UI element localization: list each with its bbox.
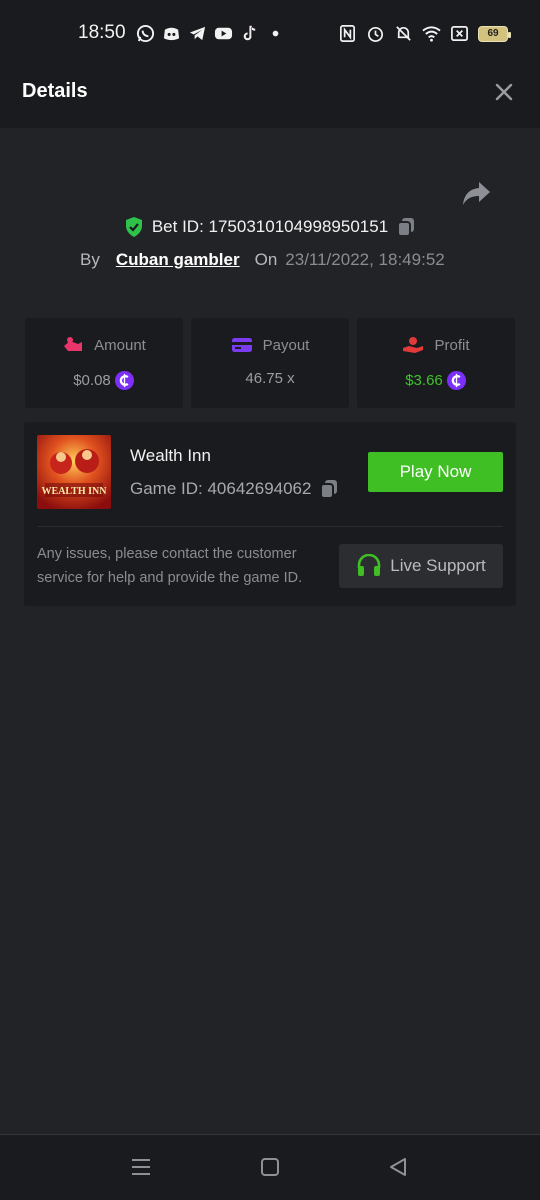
- bet-meta: By Cuban gambler On 23/11/2022, 18:49:52: [80, 250, 445, 270]
- header: Details: [0, 56, 540, 128]
- share-icon[interactable]: [460, 178, 492, 208]
- page-title: Details: [22, 80, 88, 102]
- wifi-icon: [422, 26, 441, 42]
- amount-value: $0.08: [73, 372, 111, 389]
- copy-icon[interactable]: [396, 216, 416, 238]
- profit-hand-icon: [403, 337, 424, 353]
- profit-label: Profit: [434, 336, 470, 354]
- payout-value: 46.75 x: [245, 370, 295, 387]
- play-now-button[interactable]: Play Now: [368, 452, 503, 492]
- system-icons: 69: [338, 24, 511, 43]
- system-nav-bar: [0, 1134, 540, 1200]
- battery-icon: 69: [478, 25, 511, 42]
- game-thumbnail[interactable]: WEALTH INN: [37, 435, 111, 509]
- game-id-row: Game ID: 40642694062: [130, 478, 339, 500]
- nfc-icon: [339, 25, 356, 42]
- dot-icon: [272, 30, 279, 37]
- live-support-label: Live Support: [390, 556, 486, 575]
- alarm-icon: [367, 26, 384, 42]
- game-id: Game ID: 40642694062: [130, 479, 312, 498]
- bet-id-row: Bet ID: 1750310104998950151: [0, 216, 540, 238]
- tiktok-icon: [243, 25, 256, 41]
- telegram-icon: [189, 26, 206, 41]
- live-support-button[interactable]: Live Support: [339, 544, 503, 588]
- amount-card: Amount $0.08: [25, 318, 183, 408]
- support-note: Any issues, please contact the customer …: [37, 546, 303, 586]
- user-link[interactable]: Cuban gambler: [116, 250, 240, 270]
- bet-id: Bet ID: 1750310104998950151: [151, 217, 389, 236]
- game-name: Wealth Inn: [130, 446, 211, 465]
- menu-icon[interactable]: [129, 1155, 153, 1179]
- back-icon[interactable]: [386, 1155, 410, 1179]
- mute-icon: [396, 26, 411, 41]
- game-art-image: WEALTH INN: [37, 435, 111, 509]
- bet-date: 23/11/2022, 18:49:52: [285, 250, 445, 269]
- on-label: On: [254, 250, 278, 269]
- copy-icon[interactable]: [319, 478, 339, 500]
- shield-check-icon: [125, 217, 142, 237]
- whatsapp-icon: [136, 24, 155, 43]
- status-time: 18:50: [78, 22, 126, 43]
- close-icon[interactable]: [490, 78, 518, 106]
- profit-value: $3.66: [405, 372, 443, 389]
- amount-label: Amount: [94, 336, 146, 354]
- status-bar: 18:50 69: [0, 0, 540, 56]
- profit-card: Profit $3.66: [357, 318, 515, 408]
- card-icon: [231, 338, 252, 352]
- notification-icons: [136, 24, 285, 43]
- game-thumb-text: WEALTH INN: [42, 486, 108, 497]
- by-label: By: [80, 250, 100, 269]
- home-icon[interactable]: [258, 1155, 282, 1179]
- coin-icon: [114, 370, 134, 391]
- game-card: WEALTH INN Wealth Inn Game ID: 406426940…: [24, 422, 516, 606]
- payout-card: Payout 46.75 x: [191, 318, 349, 408]
- coin-icon: [446, 370, 466, 391]
- youtube-icon: [214, 27, 233, 40]
- close-box-icon: [451, 25, 468, 42]
- payout-label: Payout: [262, 336, 310, 354]
- discord-icon: [163, 27, 180, 41]
- wallet-hand-icon: [64, 337, 83, 351]
- divider: [37, 526, 503, 527]
- headset-icon: [357, 554, 381, 576]
